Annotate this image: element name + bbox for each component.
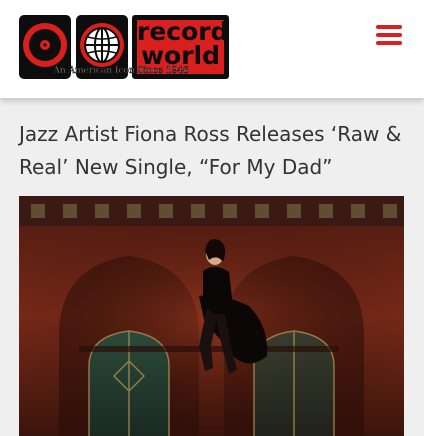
- logo-word-line2: world: [140, 41, 221, 70]
- hamburger-menu-icon[interactable]: [374, 22, 404, 48]
- site-header: record world An American Icon Since 1946: [0, 0, 424, 98]
- article-title[interactable]: Jazz Artist Fiona Ross Releases ‘Raw & R…: [19, 118, 409, 184]
- article-featured-image: [19, 196, 404, 436]
- site-tagline: An American Icon Since 1946: [53, 66, 189, 77]
